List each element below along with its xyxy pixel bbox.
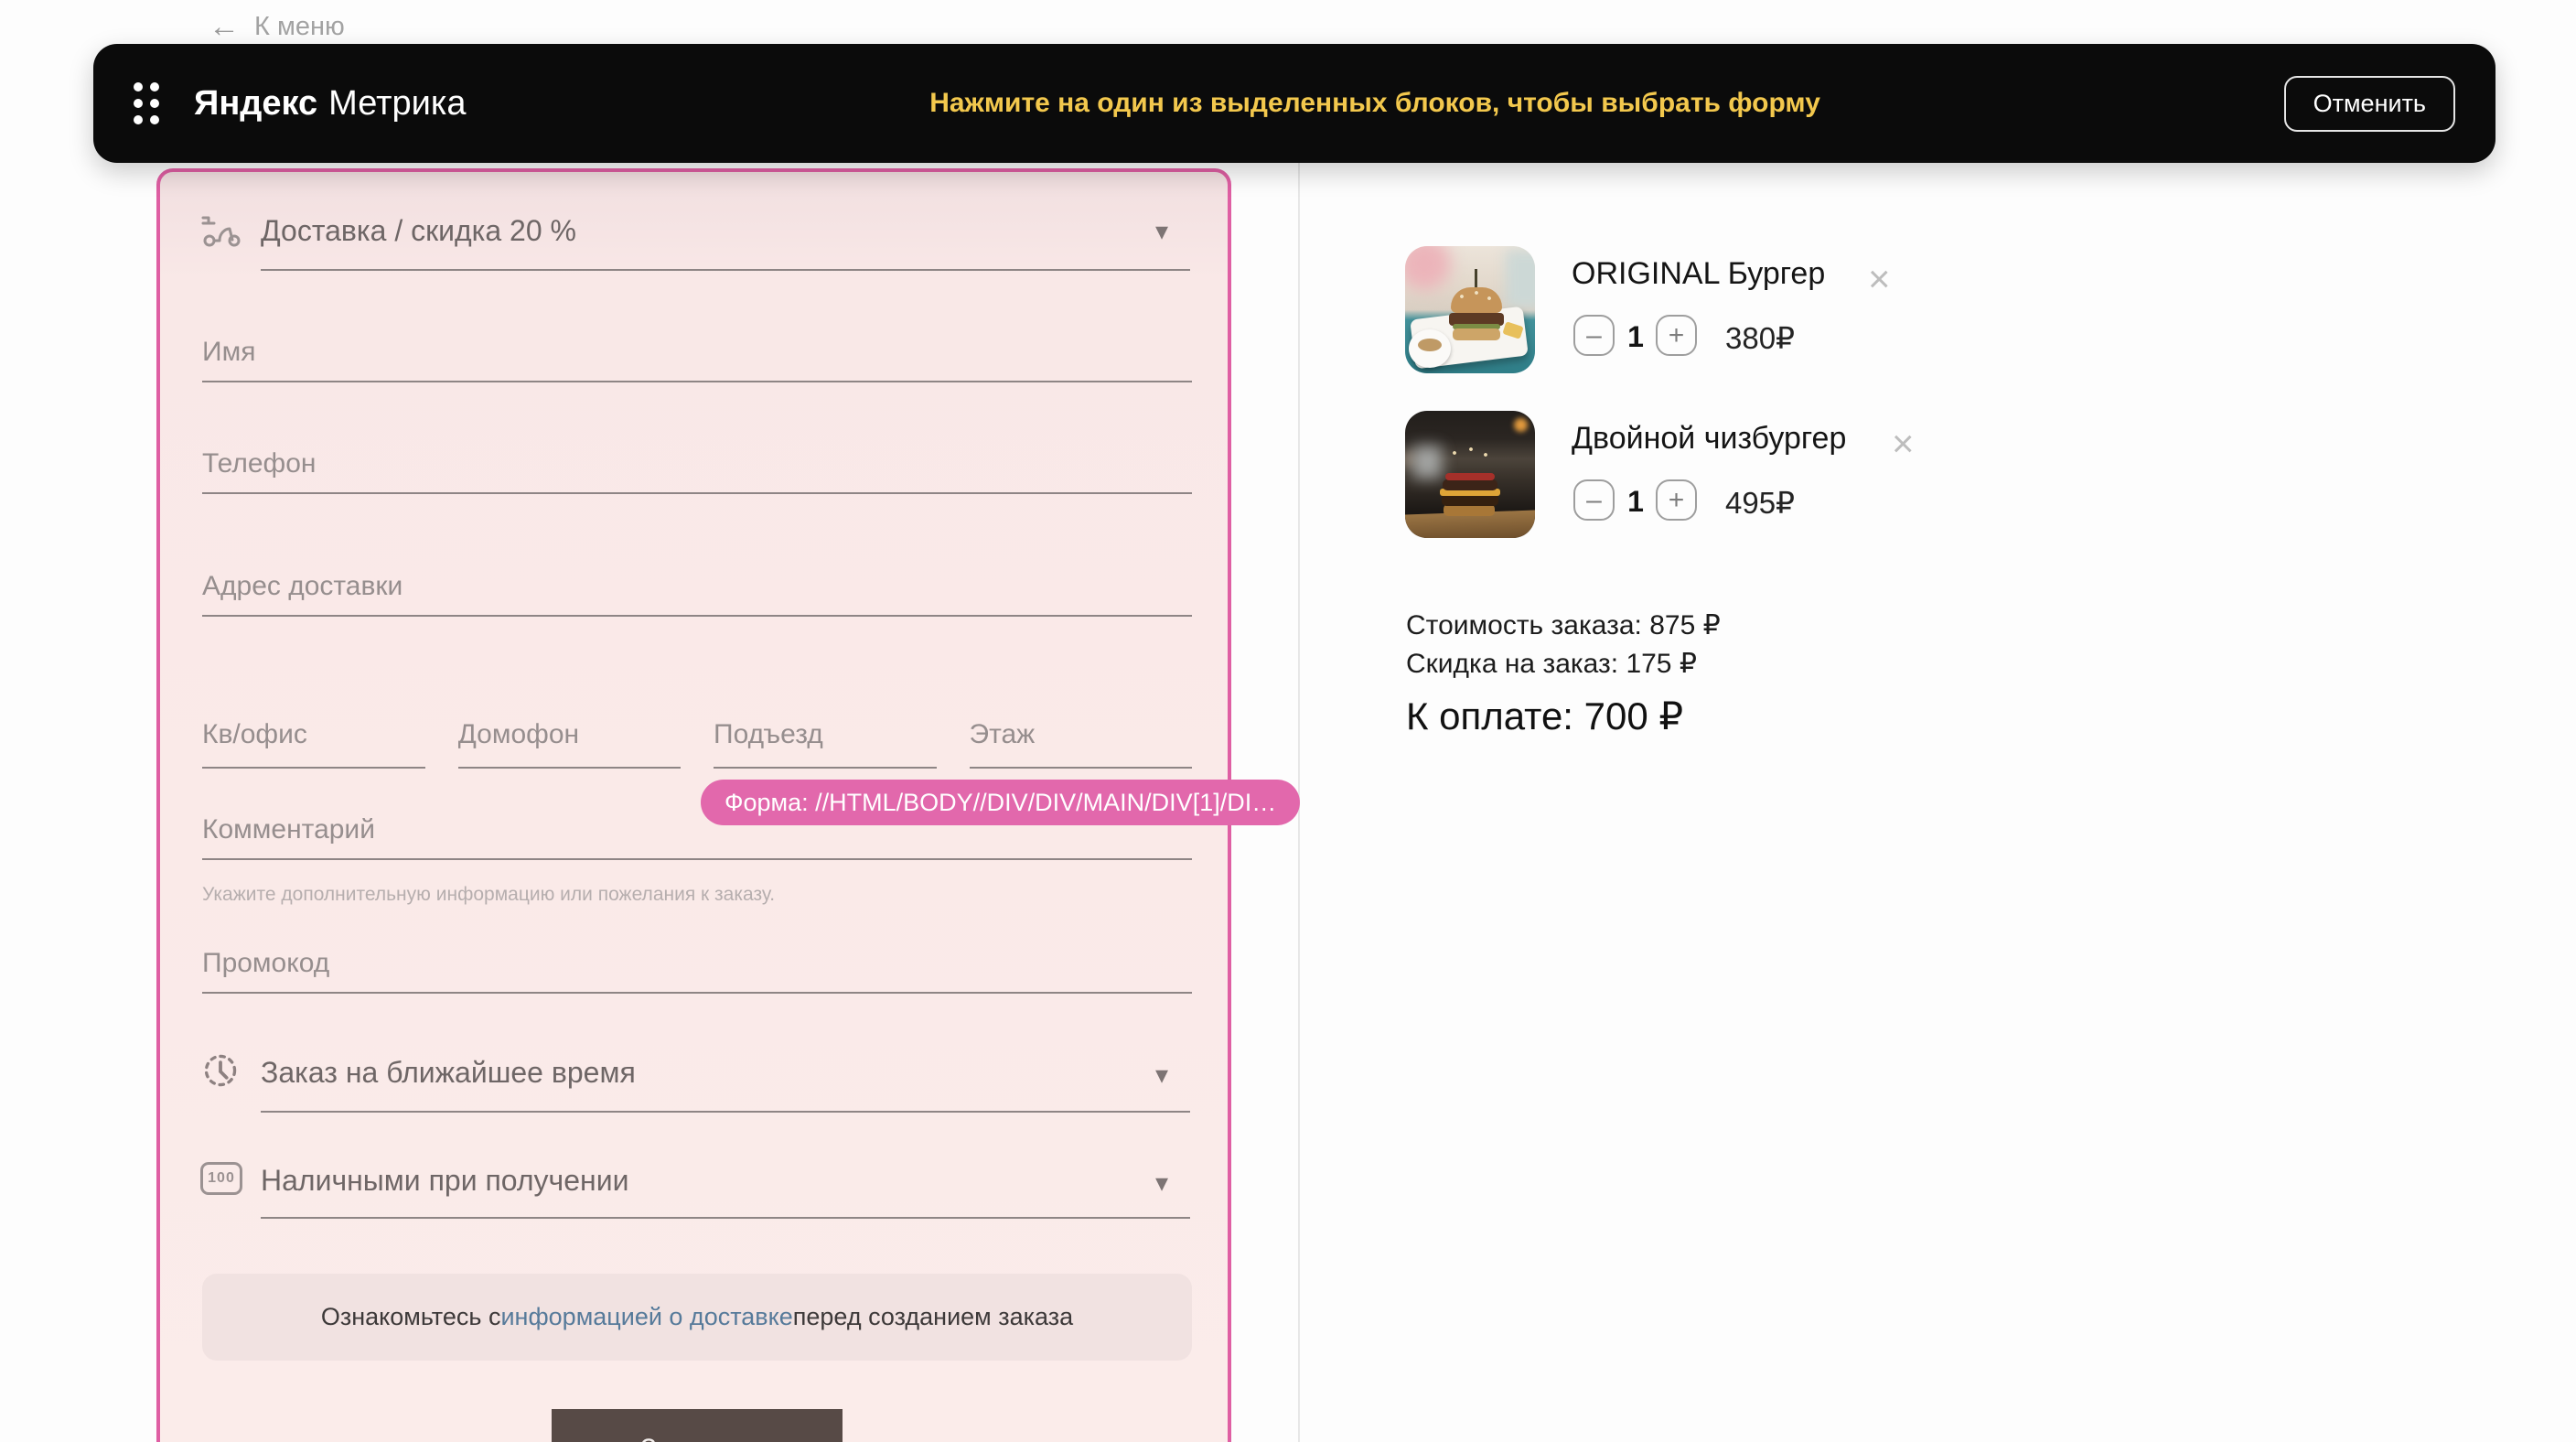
chevron-down-icon[interactable]: ▾ xyxy=(1155,1168,1168,1198)
order-total: К оплате: 700 ₽ xyxy=(1406,694,1683,738)
order-subtotal: Стоимость заказа: 875 ₽ xyxy=(1406,609,1721,641)
chevron-down-icon[interactable]: ▾ xyxy=(1155,216,1168,246)
decrease-qty-button[interactable]: – xyxy=(1573,315,1615,356)
phone-input[interactable] xyxy=(202,448,1192,494)
item-quantity: 1 xyxy=(1615,485,1656,519)
note-suffix: перед созданием заказа xyxy=(793,1303,1073,1331)
comment-hint: Укажите дополнительную информацию или по… xyxy=(202,884,775,906)
name-input[interactable] xyxy=(202,337,1192,382)
chevron-down-icon[interactable]: ▾ xyxy=(1155,1060,1168,1090)
cancel-button[interactable]: Отменить xyxy=(2284,76,2455,132)
back-to-menu-label: К меню xyxy=(254,12,345,42)
back-arrow-icon: ← xyxy=(209,9,240,45)
entrance-input[interactable] xyxy=(714,712,937,769)
cart-item-photo-double-cheeseburger xyxy=(1405,411,1535,538)
metrika-form-xpath-tooltip: Форма: //HTML/BODY//DIV/DIV/MAIN/DIV[1]/… xyxy=(701,780,1300,825)
remove-item-icon[interactable]: × xyxy=(1892,425,1915,463)
item-price: 380₽ xyxy=(1725,320,1795,356)
intercom-input[interactable] xyxy=(458,712,682,769)
address-details-row xyxy=(202,712,1192,769)
floor-input[interactable] xyxy=(970,712,1193,769)
payment-method-select[interactable]: Наличными при получении xyxy=(261,1164,628,1198)
cart-item-title: ORIGINAL Бургер xyxy=(1572,256,1825,292)
logo-brand: Яндекс xyxy=(194,84,317,123)
clock-icon xyxy=(202,1052,239,1089)
delivery-info-note: Ознакомьтесь с информацией о доставке пе… xyxy=(202,1274,1192,1361)
remove-item-icon[interactable]: × xyxy=(1868,260,1891,298)
delivery-info-link[interactable]: информацией о доставке xyxy=(500,1303,792,1331)
address-input[interactable] xyxy=(202,571,1192,617)
metrika-logo: Яндекс Метрика xyxy=(194,84,466,124)
increase-qty-button[interactable]: + xyxy=(1656,479,1697,521)
selection-instruction: Нажмите на один из выделенных блоков, чт… xyxy=(466,88,2283,119)
order-discount: Скидка на заказ: 175 ₽ xyxy=(1406,648,1697,680)
cart-item-title: Двойной чизбургер xyxy=(1572,421,1846,457)
cash-icon: 100 xyxy=(200,1162,242,1195)
submit-order-button[interactable]: Заказать xyxy=(552,1409,843,1442)
page: ← К меню Яндекс Метрика Нажмите на один и… xyxy=(0,0,2576,1442)
checkout-form-highlight[interactable]: Доставка / скидка 20 % ▾ Форма: //HTML/B… xyxy=(156,168,1231,1442)
decrease-qty-button[interactable]: – xyxy=(1573,479,1615,521)
increase-qty-button[interactable]: + xyxy=(1656,315,1697,356)
metrika-topbar: Яндекс Метрика Нажмите на один из выделен… xyxy=(93,44,2496,163)
item-quantity: 1 xyxy=(1615,320,1656,354)
back-to-menu-link[interactable]: ← К меню xyxy=(209,9,345,45)
delivery-scooter-icon xyxy=(200,212,242,249)
delivery-select[interactable]: Доставка / скидка 20 % xyxy=(261,214,576,248)
note-prefix: Ознакомьтесь с xyxy=(321,1303,501,1331)
apartment-input[interactable] xyxy=(202,712,425,769)
delivery-time-select[interactable]: Заказ на ближайшее время xyxy=(261,1056,636,1090)
apps-grid-icon[interactable] xyxy=(134,82,159,124)
item-price: 495₽ xyxy=(1725,485,1795,521)
cart-item-photo-original-burger xyxy=(1405,246,1535,373)
logo-product: Метрика xyxy=(328,84,466,123)
promo-input[interactable] xyxy=(202,948,1192,994)
